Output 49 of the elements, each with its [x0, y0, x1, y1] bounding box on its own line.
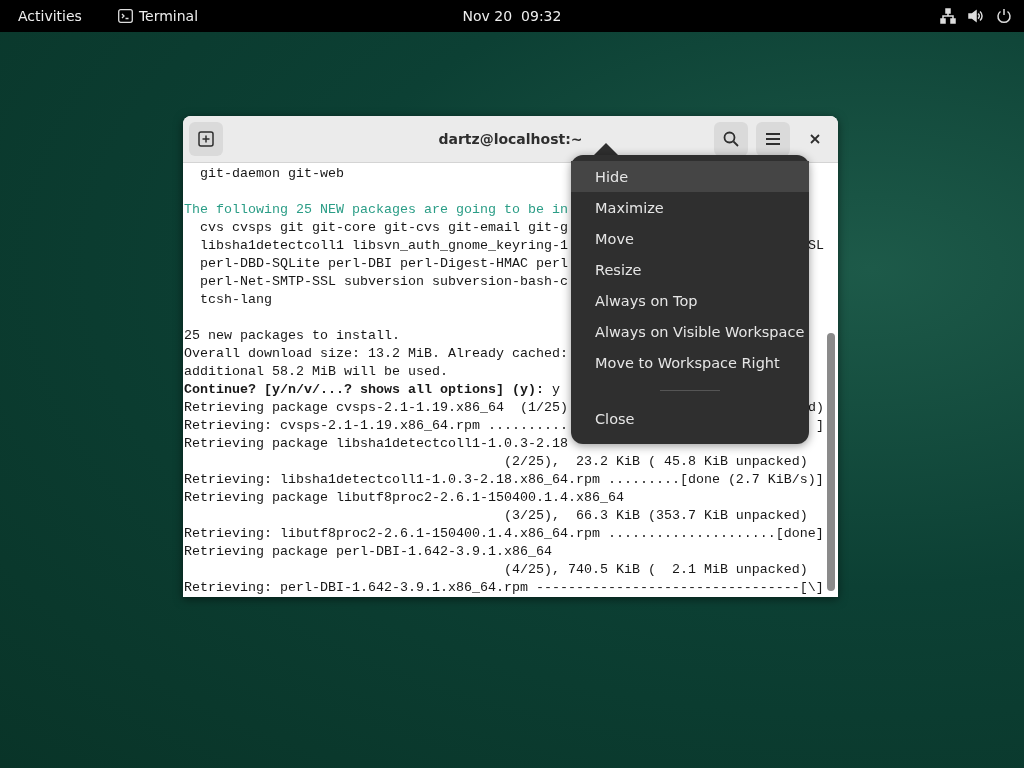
terminal-line: Retrieving: perl-DBI-1.642-3.9.1.x86_64.rpm ---------------------------------[\] — [184, 579, 824, 597]
terminal-line: Retrieving package libsha1detectcoll1-1.0.3-2.18 — [184, 435, 568, 453]
terminal-line: Continue? [y/n/v/...? shows all options] (y): y — [184, 381, 560, 399]
terminal-line: (2/25), 23.2 KiB ( 45.8 KiB unpacked) — [502, 453, 808, 471]
menu-item[interactable]: Always on Visible Workspace — [571, 316, 809, 347]
new-tab-button[interactable] — [189, 122, 223, 156]
menu-icon — [765, 132, 781, 146]
menu-button[interactable] — [756, 122, 790, 156]
menu-item[interactable]: Move — [571, 223, 809, 254]
terminal-line: Retrieving package perl-DBI-1.642-3.9.1.x86_64 — [184, 543, 552, 561]
terminal-line: (3/25), 66.3 KiB (353.7 KiB unpacked) — [502, 507, 808, 525]
terminal-line: Retrieving: cvsps-2.1-1.19.x86_64.rpm .......... — [184, 417, 568, 435]
network-icon[interactable] — [940, 8, 956, 24]
terminal-icon — [117, 9, 133, 23]
terminal-line: tcsh-lang — [199, 291, 272, 309]
menu-item[interactable]: Close — [571, 403, 809, 434]
terminal-line: additional 58.2 MiB will be used. — [184, 363, 448, 381]
plus-icon — [198, 131, 214, 147]
power-icon[interactable] — [996, 8, 1012, 24]
window-title: dartz@localhost:~ — [438, 131, 583, 147]
terminal-line: Retrieving package libutf8proc2-2.6.1-150400.1.4.x86_64 — [184, 489, 624, 507]
terminal-line: perl-Net-SMTP-SSL subversion subversion-bash-c — [199, 273, 568, 291]
terminal-line: Overall download size: 13.2 MiB. Already cached: — [184, 345, 568, 363]
activities-button[interactable]: Activities — [18, 8, 82, 24]
terminal-line: Retrieving package cvsps-2.1-1.19.x86_64 (1/25) — [184, 399, 568, 417]
terminal-text: SL — [808, 237, 824, 255]
search-icon — [723, 131, 739, 147]
terminal-line: The following 25 NEW packages are going to be in — [184, 201, 568, 219]
menu-item[interactable]: Move to Workspace Right — [571, 347, 809, 378]
terminal-text: ] — [816, 417, 824, 435]
menu-item[interactable]: Resize — [571, 254, 809, 285]
terminal-line: perl-DBD-SQLite perl-DBI perl-Digest-HMAC perl — [199, 255, 568, 273]
terminal-line: cvs cvsps git git-core git-cvs git-email git-g — [199, 219, 568, 237]
terminal-line: git-daemon git-web — [199, 165, 344, 183]
clock[interactable]: Nov 20 09:32 — [462, 8, 562, 24]
terminal-text: d) — [808, 399, 824, 417]
menu-item[interactable]: Maximize — [571, 192, 809, 223]
volume-icon[interactable] — [968, 8, 984, 24]
terminal-line: (4/25), 740.5 KiB ( 2.1 MiB unpacked) — [502, 561, 808, 579]
terminal-line: 25 new packages to install. — [184, 327, 400, 345]
terminal-line: Retrieving: libsha1detectcoll1-1.0.3-2.18.x86_64.rpm .........[done (2.7 KiB/s)] — [184, 471, 824, 489]
scrollbar-thumb[interactable] — [827, 333, 835, 591]
close-icon — [810, 134, 820, 144]
search-button[interactable] — [714, 122, 748, 156]
app-menu-button[interactable]: Terminal — [117, 8, 199, 24]
menu-item[interactable]: Hide — [571, 161, 809, 192]
menu-item[interactable]: Always on Top — [571, 285, 809, 316]
terminal-line: Retrieving: libutf8proc2-2.6.1-150400.1.4.x86_64.rpm .....................[done] — [184, 525, 824, 543]
terminal-line: libsha1detectcoll1 libsvn_auth_gnome_keyring-1 — [199, 237, 568, 255]
